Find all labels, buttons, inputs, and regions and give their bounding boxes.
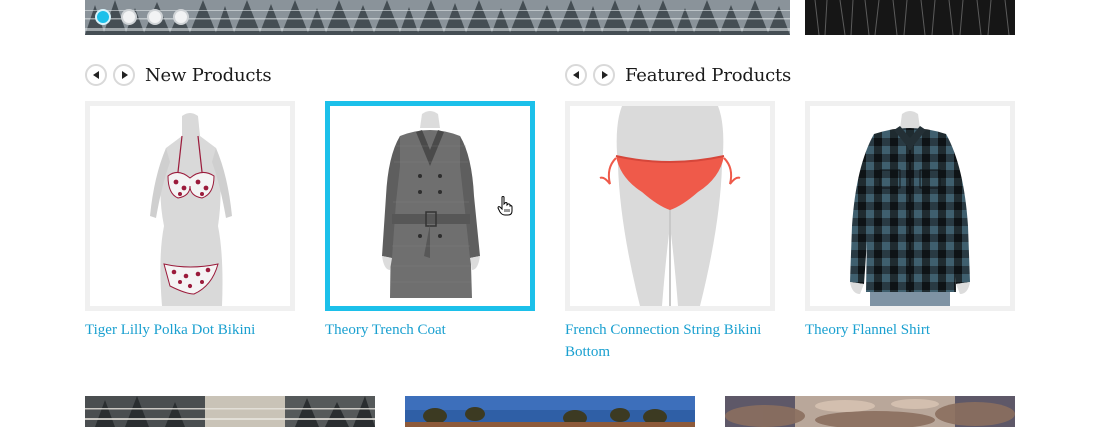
carousel-dot-2[interactable] bbox=[121, 9, 137, 25]
hero-banner-image[interactable] bbox=[85, 0, 790, 35]
product-card: Theory Trench Coat bbox=[325, 101, 535, 341]
snowy-forest-image bbox=[85, 396, 375, 427]
arrow-left-icon bbox=[572, 71, 579, 79]
featured-products-next-button[interactable] bbox=[593, 64, 615, 86]
carousel-dot-4[interactable] bbox=[173, 9, 189, 25]
promo-banner-image[interactable] bbox=[805, 0, 1015, 35]
product-image-frame[interactable] bbox=[805, 101, 1015, 311]
product-card: French Connection String Bikini Bottom bbox=[565, 101, 775, 363]
product-image-frame[interactable] bbox=[85, 101, 295, 311]
desert-landscape-image bbox=[405, 396, 695, 427]
arrow-right-icon bbox=[601, 71, 608, 79]
carousel-pagination bbox=[95, 9, 189, 25]
hand-pointer-icon bbox=[497, 196, 513, 216]
new-products-title: New Products bbox=[145, 64, 272, 86]
product-card: Tiger Lilly Polka Dot Bikini bbox=[85, 101, 295, 341]
arrow-left-icon bbox=[92, 71, 99, 79]
featured-products-prev-button[interactable] bbox=[565, 64, 587, 86]
product-name-link[interactable]: Tiger Lilly Polka Dot Bikini bbox=[85, 319, 295, 341]
gallery-thumbnail-winter[interactable] bbox=[85, 396, 375, 427]
product-name-link[interactable]: Theory Flannel Shirt bbox=[805, 319, 1015, 341]
flannel-shirt-image bbox=[810, 106, 1010, 306]
page: New Products Featured Products Tiger Lil… bbox=[0, 0, 1100, 427]
forest-snow-image bbox=[85, 0, 790, 35]
product-image-frame[interactable] bbox=[565, 101, 775, 311]
new-products-header: New Products bbox=[85, 64, 272, 86]
gallery-thumbnail-sunset[interactable] bbox=[725, 396, 1015, 427]
product-name-link[interactable]: French Connection String Bikini Bottom bbox=[565, 319, 775, 363]
polka-bikini-image bbox=[90, 106, 290, 306]
cloudy-sunset-image bbox=[725, 396, 1015, 427]
new-products-next-button[interactable] bbox=[113, 64, 135, 86]
new-products-prev-button[interactable] bbox=[85, 64, 107, 86]
featured-products-title: Featured Products bbox=[625, 64, 792, 86]
carousel-dot-3[interactable] bbox=[147, 9, 163, 25]
dark-texture-image bbox=[805, 0, 1015, 35]
product-name-link[interactable]: Theory Trench Coat bbox=[325, 319, 535, 341]
arrow-right-icon bbox=[121, 71, 128, 79]
string-bikini-bottom-image bbox=[570, 106, 770, 306]
featured-products-header: Featured Products bbox=[565, 64, 791, 86]
carousel-dot-1[interactable] bbox=[95, 9, 111, 25]
gallery-thumbnail-desert[interactable] bbox=[405, 396, 695, 427]
product-card: Theory Flannel Shirt bbox=[805, 101, 1015, 341]
